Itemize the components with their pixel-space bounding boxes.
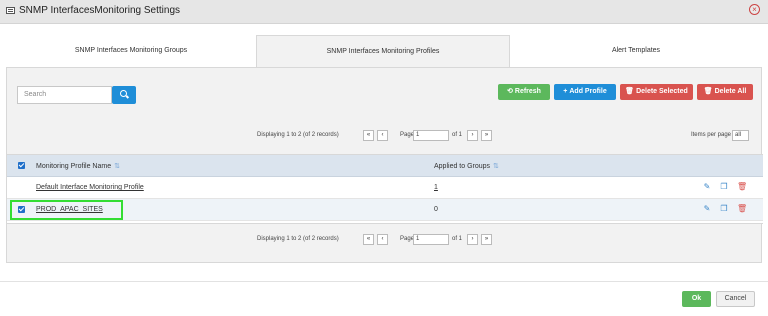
table-header: Monitoring Profile Name ⇅ Applied to Grou… — [7, 155, 763, 177]
add-profile-label: Add Profile — [569, 88, 607, 95]
tab-alert-templates[interactable]: Alert Templates — [510, 35, 762, 67]
copy-icon[interactable]: ❐ — [720, 205, 728, 213]
refresh-button[interactable]: ⟲ Refresh — [498, 84, 550, 100]
records-summary: Displaying 1 to 2 (of 2 records) — [257, 236, 339, 242]
profile-name-link[interactable]: Default Interface Monitoring Profile — [36, 184, 144, 191]
tab-monitoring-profiles[interactable]: SNMP Interfaces Monitoring Profiles — [256, 35, 510, 68]
table-row[interactable]: Default Interface Monitoring Profile 1 ✎… — [7, 177, 763, 199]
page-label: Page — [400, 132, 415, 138]
next-page-button[interactable]: › — [467, 130, 478, 141]
next-page-button[interactable]: › — [467, 234, 478, 245]
last-page-button[interactable]: » — [481, 130, 492, 141]
records-summary: Displaying 1 to 2 (of 2 records) — [257, 132, 339, 138]
refresh-icon: ⟲ — [507, 88, 513, 95]
refresh-label: Refresh — [514, 88, 541, 95]
tab-bar: SNMP Interfaces Monitoring Groups SNMP I… — [6, 35, 762, 68]
copy-icon[interactable]: ❐ — [720, 183, 728, 191]
sort-icon[interactable]: ⇅ — [114, 163, 120, 170]
page-count: of 1 — [452, 132, 463, 138]
cancel-button[interactable]: Cancel — [716, 291, 755, 307]
profiles-panel: Search ⟲ Refresh + Add Profile 🗑 Delete Sel… — [6, 67, 763, 263]
title-bar: SNMP InterfacesMonitoring Settings × — [0, 0, 768, 24]
search-input[interactable]: Search — [17, 86, 112, 104]
select-all-checkbox[interactable] — [18, 162, 25, 169]
sort-icon[interactable]: ⇅ — [493, 163, 499, 170]
add-profile-button[interactable]: + Add Profile — [554, 84, 616, 100]
items-per-page-label: Items per page — [690, 132, 731, 138]
pager-bottom: Displaying 1 to 2 (of 2 records) « ‹ Pag… — [7, 231, 763, 249]
plus-icon: + — [563, 88, 568, 95]
edit-icon[interactable]: ✎ — [703, 205, 711, 213]
trash-icon: 🗑 — [625, 88, 635, 95]
prev-page-button[interactable]: ‹ — [377, 234, 388, 245]
items-per-page-select[interactable]: all — [732, 130, 749, 141]
ok-button[interactable]: Ok — [682, 291, 711, 307]
last-page-button[interactable]: » — [481, 234, 492, 245]
column-name-label: Monitoring Profile Name — [36, 163, 112, 170]
column-header-groups[interactable]: Applied to Groups ⇅ — [434, 162, 499, 170]
first-page-button[interactable]: « — [363, 234, 374, 245]
applied-groups-value: 0 — [434, 206, 438, 213]
column-groups-label: Applied to Groups — [434, 163, 491, 170]
page-count: of 1 — [452, 236, 463, 242]
page-input[interactable]: 1 — [413, 130, 449, 141]
footer-divider — [0, 281, 768, 282]
applied-groups-link[interactable]: 1 — [434, 184, 438, 191]
edit-icon[interactable]: ✎ — [703, 183, 711, 191]
page-input[interactable]: 1 — [413, 234, 449, 245]
prev-page-button[interactable]: ‹ — [377, 130, 388, 141]
column-header-name[interactable]: Monitoring Profile Name ⇅ — [36, 162, 120, 170]
trash-icon[interactable]: 🗑 — [737, 183, 747, 191]
delete-all-label: Delete All — [714, 88, 747, 95]
window-icon — [6, 7, 15, 14]
tab-monitoring-groups[interactable]: SNMP Interfaces Monitoring Groups — [6, 35, 256, 67]
close-icon[interactable]: × — [749, 4, 760, 15]
pager-top: Displaying 1 to 2 (of 2 records) « ‹ Pag… — [7, 127, 763, 145]
trash-icon[interactable]: 🗑 — [737, 205, 747, 213]
delete-selected-button[interactable]: 🗑 Delete Selected — [620, 84, 693, 100]
selection-highlight — [10, 200, 123, 220]
search-button[interactable] — [112, 86, 136, 104]
page-label: Page — [400, 236, 415, 242]
trash-icon: 🗑 — [703, 88, 713, 95]
window-title: SNMP InterfacesMonitoring Settings — [19, 5, 181, 16]
delete-all-button[interactable]: 🗑 Delete All — [697, 84, 753, 100]
delete-selected-label: Delete Selected — [636, 88, 688, 95]
search-icon — [120, 90, 127, 97]
first-page-button[interactable]: « — [363, 130, 374, 141]
